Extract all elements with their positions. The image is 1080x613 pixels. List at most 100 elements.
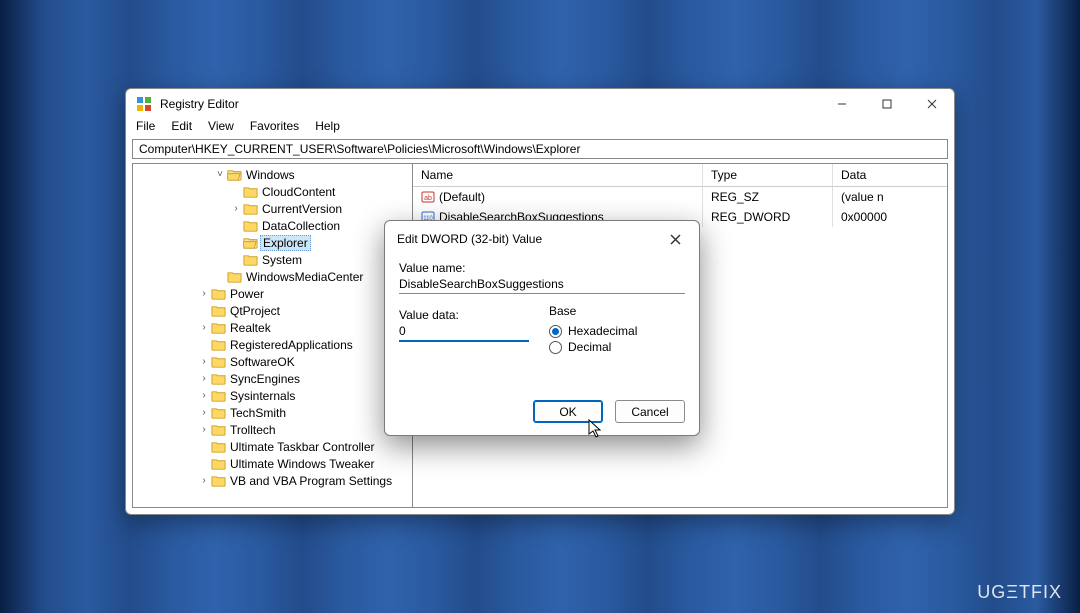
tree-pane[interactable]: ˅ WindowsCloudContent › CurrentVersion DataC… bbox=[133, 164, 413, 507]
chevron-right-icon[interactable]: › bbox=[197, 390, 211, 401]
tree-node-label: System bbox=[262, 253, 302, 267]
chevron-right-icon[interactable]: › bbox=[197, 356, 211, 367]
folder-icon bbox=[227, 270, 242, 283]
tree-node-label: Realtek bbox=[230, 321, 271, 335]
folder-icon bbox=[243, 253, 258, 266]
chevron-right-icon[interactable]: › bbox=[197, 322, 211, 333]
minimize-button[interactable] bbox=[819, 89, 864, 119]
menubar: File Edit View Favorites Help bbox=[126, 119, 954, 139]
tree-node[interactable]: RegisteredApplications bbox=[133, 336, 412, 353]
ok-button[interactable]: OK bbox=[533, 400, 603, 423]
radio-icon bbox=[549, 341, 562, 354]
tree-node[interactable]: › TechSmith bbox=[133, 404, 412, 421]
folder-icon bbox=[211, 304, 226, 317]
value-type: REG_SZ bbox=[703, 187, 833, 207]
column-data[interactable]: Data bbox=[833, 164, 947, 186]
tree-node-label: Ultimate Taskbar Controller bbox=[230, 440, 375, 454]
window-title: Registry Editor bbox=[160, 97, 239, 111]
tree-node-label: TechSmith bbox=[230, 406, 286, 420]
folder-icon bbox=[211, 440, 226, 453]
folder-icon bbox=[211, 423, 226, 436]
tree-node[interactable]: › Trolltech bbox=[133, 421, 412, 438]
tree-node[interactable]: WindowsMediaCenter bbox=[133, 268, 412, 285]
folder-icon bbox=[211, 287, 226, 300]
value-name-field[interactable]: DisableSearchBoxSuggestions bbox=[399, 275, 685, 294]
address-bar[interactable]: Computer\HKEY_CURRENT_USER\Software\Poli… bbox=[132, 139, 948, 159]
tree-node-label: RegisteredApplications bbox=[230, 338, 353, 352]
tree-node-label: Power bbox=[230, 287, 264, 301]
chevron-right-icon[interactable]: › bbox=[229, 203, 243, 214]
tree-node[interactable]: Explorer bbox=[133, 234, 412, 251]
tree-node[interactable]: DataCollection bbox=[133, 217, 412, 234]
svg-text:ab: ab bbox=[424, 195, 432, 202]
tree-node-label: Trolltech bbox=[230, 423, 276, 437]
tree-node[interactable]: › CurrentVersion bbox=[133, 200, 412, 217]
menu-edit[interactable]: Edit bbox=[171, 119, 192, 135]
folder-icon bbox=[211, 355, 226, 368]
menu-file[interactable]: File bbox=[136, 119, 155, 135]
folder-icon bbox=[243, 219, 258, 232]
menu-view[interactable]: View bbox=[208, 119, 234, 135]
titlebar[interactable]: Registry Editor bbox=[126, 89, 954, 119]
tree-node-label: Windows bbox=[246, 168, 295, 182]
tree-node-label: Ultimate Windows Tweaker bbox=[230, 457, 375, 471]
column-type[interactable]: Type bbox=[703, 164, 833, 186]
folder-icon bbox=[243, 185, 258, 198]
value-data: (value n bbox=[833, 187, 947, 207]
chevron-right-icon[interactable]: › bbox=[197, 424, 211, 435]
tree-node-label: WindowsMediaCenter bbox=[246, 270, 363, 284]
radio-decimal[interactable]: Decimal bbox=[549, 340, 637, 354]
tree-node[interactable]: › VB and VBA Program Settings bbox=[133, 472, 412, 489]
tree-node-label: QtProject bbox=[230, 304, 280, 318]
radio-dec-label: Decimal bbox=[568, 340, 611, 354]
tree-node[interactable]: › SoftwareOK bbox=[133, 353, 412, 370]
tree-node[interactable]: › SyncEngines bbox=[133, 370, 412, 387]
tree-node[interactable]: › Power bbox=[133, 285, 412, 302]
tree-node-label: DataCollection bbox=[262, 219, 340, 233]
chevron-right-icon[interactable]: › bbox=[197, 288, 211, 299]
dialog-close-button[interactable] bbox=[661, 229, 689, 249]
chevron-right-icon[interactable]: › bbox=[197, 373, 211, 384]
folder-icon bbox=[211, 389, 226, 402]
app-icon bbox=[136, 96, 152, 112]
tree-node-label: Sysinternals bbox=[230, 389, 295, 403]
tree-node[interactable]: Ultimate Windows Tweaker bbox=[133, 455, 412, 472]
folder-open-icon bbox=[227, 168, 242, 181]
value-data: 0x00000 bbox=[833, 207, 947, 227]
maximize-button[interactable] bbox=[864, 89, 909, 119]
tree-node-label: VB and VBA Program Settings bbox=[230, 474, 392, 488]
radio-hexadecimal[interactable]: Hexadecimal bbox=[549, 324, 637, 338]
column-headers: Name Type Data bbox=[413, 164, 947, 187]
tree-node[interactable]: CloudContent bbox=[133, 183, 412, 200]
menu-favorites[interactable]: Favorites bbox=[250, 119, 299, 135]
tree-node[interactable]: ˅ Windows bbox=[133, 166, 412, 183]
radio-hex-label: Hexadecimal bbox=[568, 324, 637, 338]
value-name-label: Value name: bbox=[399, 261, 685, 275]
value-data-field[interactable]: 0 bbox=[399, 322, 529, 342]
tree-node[interactable]: Ultimate Taskbar Controller bbox=[133, 438, 412, 455]
chevron-right-icon[interactable]: › bbox=[197, 407, 211, 418]
cancel-button[interactable]: Cancel bbox=[615, 400, 685, 423]
tree-node-label: SyncEngines bbox=[230, 372, 300, 386]
tree-node-label: CurrentVersion bbox=[262, 202, 342, 216]
reg-string-icon: ab bbox=[421, 190, 435, 204]
folder-icon bbox=[243, 202, 258, 215]
folder-icon bbox=[211, 457, 226, 470]
tree-node[interactable]: › Sysinternals bbox=[133, 387, 412, 404]
edit-dword-dialog: Edit DWORD (32-bit) Value Value name: Di… bbox=[384, 220, 700, 436]
folder-icon bbox=[211, 474, 226, 487]
tree-node[interactable]: QtProject bbox=[133, 302, 412, 319]
folder-icon bbox=[211, 321, 226, 334]
base-group-label: Base bbox=[549, 304, 576, 318]
chevron-right-icon[interactable]: › bbox=[197, 475, 211, 486]
menu-help[interactable]: Help bbox=[315, 119, 340, 135]
chevron-down-icon[interactable]: ˅ bbox=[213, 169, 227, 180]
value-data-label: Value data: bbox=[399, 308, 529, 322]
close-button[interactable] bbox=[909, 89, 954, 119]
tree-node[interactable]: System bbox=[133, 251, 412, 268]
value-row[interactable]: ab (Default) REG_SZ(value n bbox=[413, 187, 947, 207]
tree-node-label: SoftwareOK bbox=[230, 355, 295, 369]
value-name: (Default) bbox=[439, 190, 485, 204]
tree-node[interactable]: › Realtek bbox=[133, 319, 412, 336]
column-name[interactable]: Name bbox=[413, 164, 703, 186]
